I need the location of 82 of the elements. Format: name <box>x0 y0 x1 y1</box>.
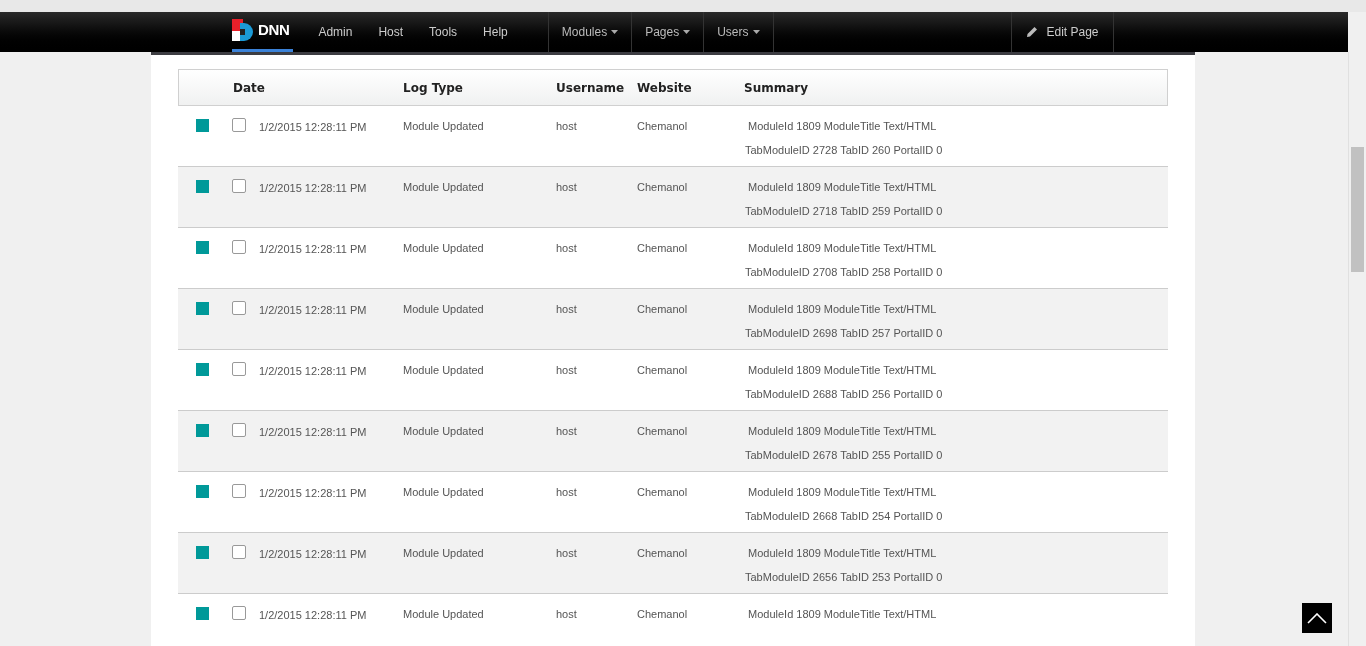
website-cell-text: Chemanol <box>637 241 689 256</box>
summary-line: ModuleId 1809 ModuleTitle Text/HTML <box>748 546 938 561</box>
username-cell-text: host <box>556 119 578 134</box>
username-cell-text: host <box>556 607 578 622</box>
nav-link[interactable]: Host <box>365 23 417 41</box>
summary-line: ModuleId 1809 ModuleTitle Text/HTML <box>748 607 937 622</box>
summary-line: TabModuleID 2656 TabID 253 PortalID 0 <box>745 569 943 585</box>
row-checkbox[interactable] <box>232 118 246 132</box>
date-cell-text: 1/2/2015 12:28:11 PM <box>259 425 368 440</box>
row-checkbox[interactable] <box>232 484 246 498</box>
column-header: Summary <box>744 79 809 97</box>
log-row[interactable]: 1/2/2015 12:28:11 PM Module Updated host Chemanol ModuleId 1809 ModuleTitle Text/HTML TabModuleID 2656 TabID 253 PortalID 0 <box>178 533 1168 594</box>
website-cell-text: Chemanol <box>637 546 689 561</box>
summary-line: ModuleId 1809 ModuleTitle Text/HTML <box>748 241 938 256</box>
log-type-cell-text: Module Updated <box>403 363 485 378</box>
website-cell-text: Chemanol <box>637 180 689 195</box>
username-cell-text: host <box>556 241 578 256</box>
column-header: Date <box>233 79 266 97</box>
row-checkbox[interactable] <box>232 301 246 315</box>
username-cell-text: host <box>556 180 578 195</box>
row-checkbox[interactable] <box>232 606 246 620</box>
username-cell-text: host <box>556 302 578 317</box>
log-type-cell-text: Module Updated <box>403 607 485 622</box>
column-header: Website <box>637 79 693 97</box>
website-cell-text: Chemanol <box>637 363 689 378</box>
date-cell-text: 1/2/2015 12:28:11 PM <box>259 547 368 562</box>
log-row[interactable]: 1/2/2015 12:28:11 PM Module Updated host Chemanol ModuleId 1809 ModuleTitle Text/HTML TabModuleID 2678 TabID 255 PortalID 0 <box>178 411 1168 472</box>
username-cell-text: host <box>556 485 578 500</box>
summary-line: TabModuleID 2688 TabID 256 PortalID 0 <box>745 386 943 402</box>
pencil-icon <box>1026 26 1039 38</box>
caret-icon <box>611 30 619 34</box>
caret-icon <box>752 30 760 34</box>
summary-line: TabModuleID 2728 TabID 260 PortalID 0 <box>745 142 943 158</box>
summary-line: TabModuleID 2678 TabID 255 PortalID 0 <box>745 447 943 463</box>
row-checkbox[interactable] <box>232 423 246 437</box>
row-checkbox[interactable] <box>232 362 246 376</box>
log-type-cell-text: Module Updated <box>403 546 485 561</box>
date-cell-text: 1/2/2015 12:28:11 PM <box>259 364 368 379</box>
website-cell-text: Chemanol <box>637 424 689 439</box>
summary-line: TabModuleID 2708 TabID 258 PortalID 0 <box>745 264 943 280</box>
log-type-cell-text: Module Updated <box>403 180 485 195</box>
username-cell-text: host <box>556 424 578 439</box>
date-cell-text: 1/2/2015 12:28:11 PM <box>259 242 368 257</box>
nav-link[interactable]: Admin <box>305 23 366 41</box>
username-cell-text: host <box>556 363 578 378</box>
date-cell-text: 1/2/2015 12:28:11 PM <box>259 120 368 135</box>
nav-link[interactable]: Tools <box>416 23 471 41</box>
date-cell-text: 1/2/2015 12:28:11 PM <box>259 181 368 196</box>
log-type-cell-text: Module Updated <box>403 119 485 134</box>
log-type-cell-text: Module Updated <box>403 241 485 256</box>
summary-line: ModuleId 1809 ModuleTitle Text/HTML <box>748 424 938 439</box>
caret-icon <box>683 30 691 34</box>
log-type-cell-text: Module Updated <box>403 485 485 500</box>
summary-line: ModuleId 1809 ModuleTitle Text/HTML <box>748 485 938 500</box>
back-to-top-button[interactable] <box>1302 603 1332 633</box>
column-header: Username <box>556 79 626 97</box>
summary-line: TabModuleID 2698 TabID 257 PortalID 0 <box>745 325 943 341</box>
log-row[interactable]: 1/2/2015 12:28:11 PM Module Updated host Chemanol ModuleId 1809 ModuleTitle Text/HTML TabModuleID 2718 TabID 259 PortalID 0 <box>178 167 1168 228</box>
website-cell-text: Chemanol <box>637 485 689 500</box>
date-cell-text: 1/2/2015 12:28:11 PM <box>259 486 368 501</box>
username-cell-text: host <box>556 546 578 561</box>
summary-line: TabModuleID 2668 TabID 254 PortalID 0 <box>745 508 943 524</box>
row-checkbox[interactable] <box>232 545 246 559</box>
log-type-cell-text: Module Updated <box>403 302 485 317</box>
summary-line: ModuleId 1809 ModuleTitle Text/HTML <box>748 119 938 134</box>
row-checkbox[interactable] <box>232 179 246 193</box>
log-row[interactable]: 1/2/2015 12:28:11 PM Module Updated host Chemanol ModuleId 1809 ModuleTitle Text/HTML TabModuleID 2698 TabID 257 PortalID 0 <box>178 289 1168 350</box>
website-cell-text: Chemanol <box>637 119 689 134</box>
date-cell-text: 1/2/2015 12:28:11 PM <box>259 303 368 318</box>
summary-line: ModuleId 1809 ModuleTitle Text/HTML <box>748 180 938 195</box>
website-cell-text: Chemanol <box>637 302 689 317</box>
date-cell-text: 1/2/2015 12:28:11 PM <box>259 608 368 623</box>
summary-line: ModuleId 1809 ModuleTitle Text/HTML <box>748 302 938 317</box>
nav-link[interactable]: Help <box>470 23 521 41</box>
summary-line: TabModuleID 2718 TabID 259 PortalID 0 <box>745 203 943 219</box>
log-type-cell-text: Module Updated <box>403 424 485 439</box>
chevron-up-icon <box>1307 612 1327 624</box>
summary-line: ModuleId 1809 ModuleTitle Text/HTML <box>748 363 938 378</box>
logo-icon <box>232 18 254 43</box>
website-cell-text: Chemanol <box>637 607 689 622</box>
row-checkbox[interactable] <box>232 240 246 254</box>
column-header: Log Type <box>403 79 464 97</box>
